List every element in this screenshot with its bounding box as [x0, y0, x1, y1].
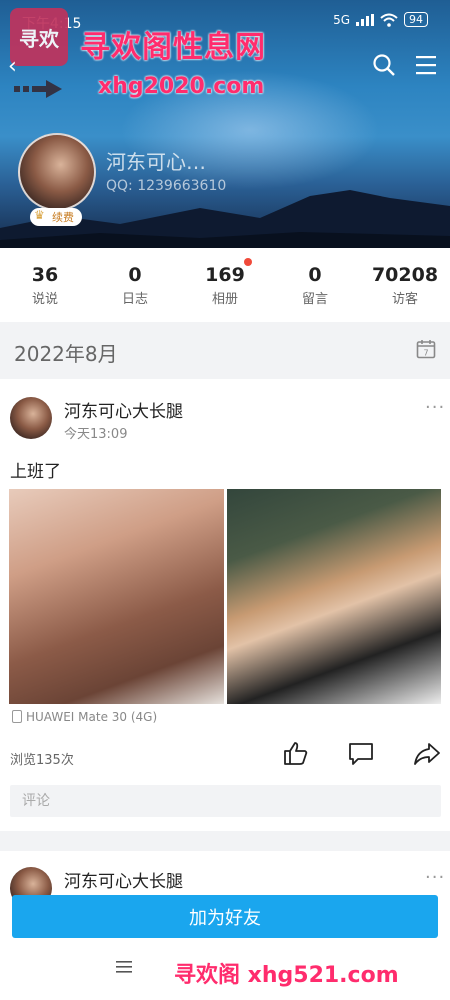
profile-nickname: 河东可心… — [106, 150, 206, 174]
month-label: 2022年8月 — [14, 342, 118, 366]
device-name: HUAWEI Mate 30 (4G) — [26, 710, 158, 724]
stat-label: 说说 — [31, 292, 58, 307]
stat-value: 0 — [308, 264, 322, 286]
comment-icon[interactable] — [348, 742, 374, 766]
battery-indicator: 94 — [404, 12, 428, 27]
menu-icon[interactable] — [414, 54, 438, 76]
post-device: HUAWEI Mate 30 (4G) — [12, 710, 157, 724]
stat-label: 访客 — [391, 292, 418, 307]
stat-label: 相册 — [211, 292, 238, 307]
stat-fangke[interactable]: 70208 访客 — [360, 248, 450, 322]
stat-label: 留言 — [301, 292, 328, 307]
phone-icon — [12, 710, 22, 723]
crown-icon: ♛ — [34, 208, 45, 222]
stats-row: 36 说说 0 日志 169 相册 0 留言 70208 访客 — [0, 248, 450, 322]
watermark-arrow-icon — [14, 80, 62, 98]
stat-value: 70208 — [371, 264, 439, 286]
more-icon[interactable]: ··· — [425, 397, 445, 418]
add-friend-button[interactable]: 加为好友 — [12, 895, 438, 938]
post-text: 上班了 — [10, 462, 61, 482]
nav-menu-icon[interactable] — [116, 960, 132, 974]
profile-avatar[interactable] — [18, 133, 96, 211]
post-photo[interactable] — [227, 489, 441, 704]
profile-qq: QQ: 1239663610 — [106, 178, 227, 194]
watermark-title: 寻欢阁性息网 — [80, 30, 266, 65]
more-icon[interactable]: ··· — [425, 867, 445, 888]
watermark-url: xhg2020.com — [98, 74, 265, 99]
vip-label: 续费 — [52, 211, 74, 224]
notification-dot — [244, 258, 252, 266]
month-bar: 2022年8月 — [0, 322, 450, 378]
stat-shuoshuo[interactable]: 36 说说 — [0, 248, 90, 322]
post-author[interactable]: 河东可心大长腿 — [64, 397, 183, 422]
svg-text:7: 7 — [423, 349, 428, 358]
watermark-logo: 寻欢 — [10, 8, 68, 66]
vip-badge[interactable]: ♛ 续费 — [30, 208, 82, 226]
stat-liuyan[interactable]: 0 留言 — [270, 248, 360, 322]
search-icon[interactable] — [372, 53, 396, 77]
share-icon[interactable] — [413, 741, 441, 767]
stat-rizhi[interactable]: 0 日志 — [90, 248, 180, 322]
stat-xiangce[interactable]: 169 相册 — [180, 248, 270, 322]
wifi-icon — [380, 13, 398, 27]
post-avatar[interactable] — [10, 397, 52, 439]
stat-value: 36 — [31, 264, 59, 286]
stat-label: 日志 — [121, 292, 148, 307]
back-icon[interactable]: ‹ — [8, 54, 17, 79]
signal-icon — [356, 13, 374, 26]
like-icon[interactable] — [283, 740, 309, 766]
stat-value: 169 — [205, 264, 245, 286]
post-photo[interactable] — [9, 489, 224, 704]
watermark-bottom: 寻欢阁 xhg521.com — [174, 963, 399, 988]
feed-post: 河东可心大长腿 今天13:09 ··· 上班了 HUAWEI Mate 30 (… — [0, 379, 450, 831]
post-views: 浏览135次 — [10, 753, 74, 768]
post-time: 今天13:09 — [64, 427, 128, 442]
calendar-icon[interactable]: 7 — [416, 339, 436, 359]
stat-value: 0 — [128, 264, 142, 286]
post-author[interactable]: 河东可心大长腿 — [64, 867, 183, 892]
network-label: 5G — [333, 12, 350, 27]
comment-input[interactable]: 评论 — [10, 785, 441, 817]
status-icons: 5G 94 — [333, 12, 428, 27]
